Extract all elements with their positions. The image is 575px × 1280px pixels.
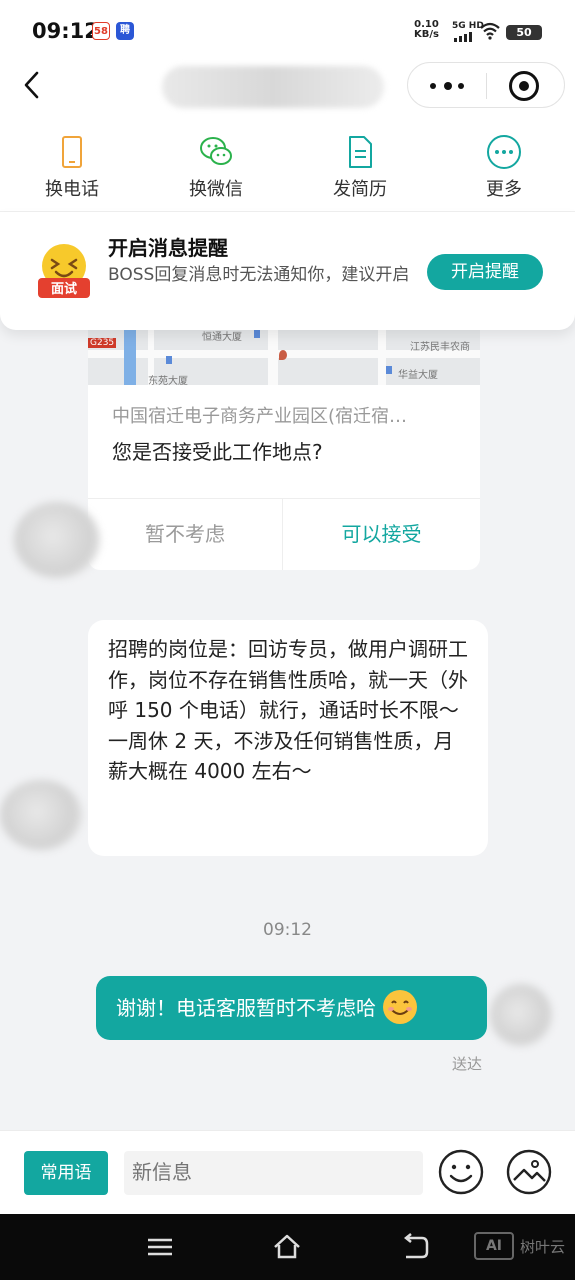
menu-icon[interactable] xyxy=(145,1232,175,1262)
action-send-resume[interactable]: 发简历 xyxy=(310,134,410,201)
capsule-divider xyxy=(486,73,487,99)
delivery-status: 送达 xyxy=(452,1055,483,1073)
enable-notifications-button[interactable]: 开启提醒 xyxy=(427,254,543,290)
received-message-text: 招聘的岗位是：回访专员，做用户调研工作，岗位不存在销售性质哈，就一天（外呼 15… xyxy=(108,637,468,783)
wifi-icon xyxy=(480,22,500,40)
watermark: AI 树叶云 xyxy=(474,1230,570,1264)
resume-icon xyxy=(349,136,372,168)
app-recruit-icon: 聘 xyxy=(116,22,134,40)
notice-title: 开启消息提醒 xyxy=(108,236,228,260)
map-route-label: G235 xyxy=(88,338,117,348)
home-icon[interactable] xyxy=(272,1232,302,1262)
map-label: 恒通大厦 xyxy=(202,332,242,343)
recruiter-avatar[interactable] xyxy=(14,502,100,578)
status-bar: 09:12 58 聘 0.10 KB/s 5G HD 50 xyxy=(0,0,575,60)
chat-actions: 换电话 换微信 发简历 更多 xyxy=(0,116,575,212)
message-timestamp: 09:12 xyxy=(263,920,312,940)
recruiter-avatar[interactable] xyxy=(0,780,82,850)
status-time: 09:12 xyxy=(32,19,99,43)
smile-emoji-icon xyxy=(383,989,418,1024)
interview-badge-text: 面试 xyxy=(51,281,77,297)
river xyxy=(124,330,136,385)
back-icon[interactable] xyxy=(20,70,44,100)
target-close-icon[interactable] xyxy=(509,71,539,101)
location-address: 中国宿迁电子商务产业园区(宿迁宿… xyxy=(112,406,408,427)
location-pin-icon xyxy=(279,350,287,360)
system-nav-bar: AI 树叶云 xyxy=(0,1214,575,1280)
sent-message-text: 谢谢！电话客服暂时不考虑哈 xyxy=(116,996,376,1020)
reject-location-button[interactable]: 暂不考虑 xyxy=(88,499,283,570)
accept-location-button[interactable]: 可以接受 xyxy=(284,499,479,570)
sent-message-bubble: 谢谢！电话客服暂时不考虑哈 xyxy=(96,976,487,1040)
more-circle-icon xyxy=(487,135,521,169)
building-icon xyxy=(254,330,260,338)
action-more[interactable]: 更多 xyxy=(454,134,554,201)
more-dots-icon[interactable] xyxy=(430,81,464,91)
signal-icon xyxy=(454,32,472,42)
notification-prompt: 面试 开启消息提醒 BOSS回复消息时无法通知你，建议开启 开启提醒 xyxy=(0,212,575,330)
location-card: G235 恒通大厦 东苑大厦 江苏民丰农商 华益大厦 中国宿迁电子商务产业园区(… xyxy=(88,290,480,570)
my-avatar[interactable] xyxy=(490,984,552,1046)
network-speed: 0.10 KB/s xyxy=(414,19,439,40)
contact-name-blurred xyxy=(162,66,384,108)
building-icon xyxy=(386,366,392,374)
common-phrases-button[interactable]: 常用语 xyxy=(24,1151,108,1195)
watermark-text: 树叶云 xyxy=(520,1238,566,1256)
message-input[interactable] xyxy=(124,1151,423,1195)
nav-bar xyxy=(0,60,575,116)
watermark-logo: AI xyxy=(474,1232,514,1260)
building-icon xyxy=(166,356,172,364)
received-message-bubble: 招聘的岗位是：回访专员，做用户调研工作，岗位不存在销售性质哈，就一天（外呼 15… xyxy=(88,620,488,856)
back-nav-icon[interactable] xyxy=(400,1232,430,1262)
map-label: 江苏民丰农商 xyxy=(410,342,470,353)
interview-face-icon: 面试 xyxy=(38,244,90,298)
phone-icon xyxy=(62,136,82,168)
action-change-phone[interactable]: 换电话 xyxy=(22,134,122,201)
battery-icon: 50 xyxy=(506,25,542,40)
image-picker-icon[interactable] xyxy=(506,1149,552,1195)
mini-program-capsule xyxy=(407,62,565,108)
map-label: 华益大厦 xyxy=(398,370,438,381)
app-58-icon: 58 xyxy=(92,22,110,40)
location-buttons: 暂不考虑 可以接受 xyxy=(88,498,480,570)
wechat-icon xyxy=(200,137,232,165)
action-change-wechat[interactable]: 换微信 xyxy=(166,134,266,201)
emoji-picker-icon[interactable] xyxy=(438,1149,484,1195)
input-bar: 常用语 xyxy=(0,1130,575,1214)
location-question: 您是否接受此工作地点? xyxy=(112,440,323,464)
notice-description: BOSS回复消息时无法通知你，建议开启 xyxy=(108,265,410,285)
map-label: 东苑大厦 xyxy=(148,376,188,385)
